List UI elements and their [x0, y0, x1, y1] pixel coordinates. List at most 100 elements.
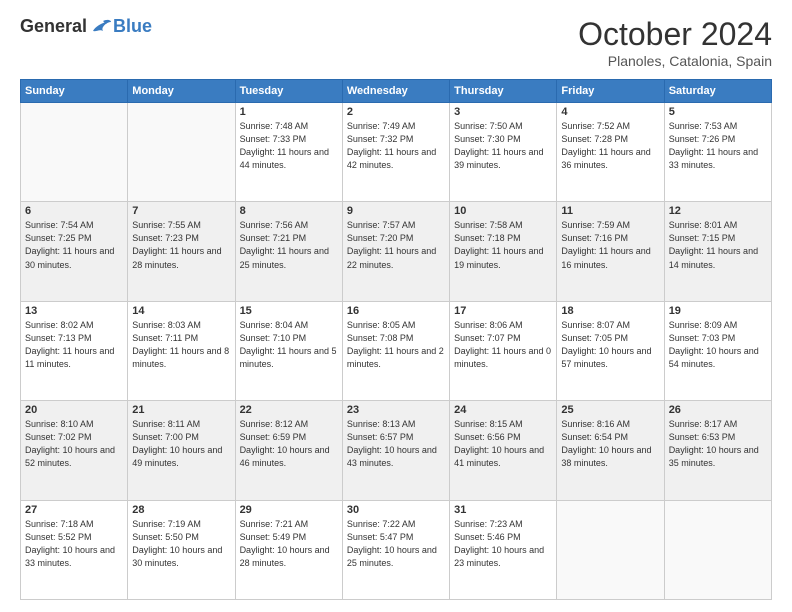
day-number: 12 — [669, 205, 767, 217]
calendar-cell: 7Sunrise: 7:55 AMSunset: 7:23 PMDaylight… — [128, 202, 235, 301]
month-title: October 2024 — [578, 16, 772, 53]
day-info: Sunrise: 7:49 AMSunset: 7:32 PMDaylight:… — [347, 120, 445, 172]
day-number: 24 — [454, 404, 552, 416]
col-tuesday: Tuesday — [235, 80, 342, 103]
day-info: Sunrise: 7:19 AMSunset: 5:50 PMDaylight:… — [132, 518, 230, 570]
day-number: 22 — [240, 404, 338, 416]
day-number: 19 — [669, 305, 767, 317]
calendar-cell: 9 Sunrise: 7:57 AMSunset: 7:20 PMDaylight… — [342, 202, 449, 301]
calendar-cell: 22Sunrise: 8:12 AMSunset: 6:59 PMDayligh… — [235, 401, 342, 500]
day-number: 28 — [132, 504, 230, 516]
day-number: 2 — [347, 106, 445, 118]
day-info: Sunrise: 8:06 AMSunset: 7:07 PMDaylight:… — [454, 319, 552, 371]
day-info: Sunrise: 8:13 AMSunset: 6:57 PMDaylight:… — [347, 418, 445, 470]
calendar-cell: 31 Sunrise: 7:23 AMSunset: 5:46 PMDayligh… — [450, 500, 557, 599]
day-info: Sunrise: 8:11 AMSunset: 7:00 PMDaylight:… — [132, 418, 230, 470]
calendar-cell: 5 Sunrise: 7:53 AMSunset: 7:26 PMDaylight… — [664, 103, 771, 202]
day-info: Sunrise: 7:21 AMSunset: 5:49 PMDaylight:… — [240, 518, 338, 570]
day-number: 4 — [561, 106, 659, 118]
calendar-cell: 1 Sunrise: 7:48 AMSunset: 7:33 PMDaylight… — [235, 103, 342, 202]
calendar-cell: 19Sunrise: 8:09 AMSunset: 7:03 PMDayligh… — [664, 301, 771, 400]
calendar-cell: 13Sunrise: 8:02 AMSunset: 7:13 PMDayligh… — [21, 301, 128, 400]
day-number: 7 — [132, 205, 230, 217]
calendar-cell: 17 Sunrise: 8:06 AMSunset: 7:07 PMDayligh… — [450, 301, 557, 400]
day-info: Sunrise: 8:16 AMSunset: 6:54 PMDaylight:… — [561, 418, 659, 470]
day-number: 10 — [454, 205, 552, 217]
day-info: Sunrise: 8:05 AMSunset: 7:08 PMDaylight:… — [347, 319, 445, 371]
day-info: Sunrise: 8:01 AMSunset: 7:15 PMDaylight:… — [669, 219, 767, 271]
day-info: Sunrise: 7:57 AMSunset: 7:20 PMDaylight:… — [347, 219, 445, 271]
header-row: Sunday Monday Tuesday Wednesday Thursday… — [21, 80, 772, 103]
day-info: Sunrise: 8:02 AMSunset: 7:13 PMDaylight:… — [25, 319, 123, 371]
calendar-cell: 27 Sunrise: 7:18 AMSunset: 5:52 PMDayligh… — [21, 500, 128, 599]
day-info: Sunrise: 7:58 AMSunset: 7:18 PMDaylight:… — [454, 219, 552, 271]
calendar-cell: 25 Sunrise: 8:16 AMSunset: 6:54 PMDayligh… — [557, 401, 664, 500]
day-number: 25 — [561, 404, 659, 416]
calendar-cell: 21 Sunrise: 8:11 AMSunset: 7:00 PMDayligh… — [128, 401, 235, 500]
day-number: 16 — [347, 305, 445, 317]
day-info: Sunrise: 7:59 AMSunset: 7:16 PMDaylight:… — [561, 219, 659, 271]
calendar-cell: 15 Sunrise: 8:04 AMSunset: 7:10 PMDayligh… — [235, 301, 342, 400]
header: General Blue October 2024 Planoles, Cata… — [20, 16, 772, 69]
day-number: 11 — [561, 205, 659, 217]
day-info: Sunrise: 8:10 AMSunset: 7:02 PMDaylight:… — [25, 418, 123, 470]
day-number: 17 — [454, 305, 552, 317]
day-number: 8 — [240, 205, 338, 217]
logo-bird-icon — [89, 17, 113, 37]
calendar-cell: 12 Sunrise: 8:01 AMSunset: 7:15 PMDayligh… — [664, 202, 771, 301]
day-info: Sunrise: 7:52 AMSunset: 7:28 PMDaylight:… — [561, 120, 659, 172]
day-info: Sunrise: 8:07 AMSunset: 7:05 PMDaylight:… — [561, 319, 659, 371]
table-row: 6 Sunrise: 7:54 AMSunset: 7:25 PMDaylight… — [21, 202, 772, 301]
location-subtitle: Planoles, Catalonia, Spain — [578, 53, 772, 69]
table-row: 1 Sunrise: 7:48 AMSunset: 7:33 PMDaylight… — [21, 103, 772, 202]
day-number: 21 — [132, 404, 230, 416]
col-friday: Friday — [557, 80, 664, 103]
day-info: Sunrise: 8:04 AMSunset: 7:10 PMDaylight:… — [240, 319, 338, 371]
day-info: Sunrise: 7:48 AMSunset: 7:33 PMDaylight:… — [240, 120, 338, 172]
day-info: Sunrise: 7:56 AMSunset: 7:21 PMDaylight:… — [240, 219, 338, 271]
calendar-table: Sunday Monday Tuesday Wednesday Thursday… — [20, 79, 772, 600]
calendar-cell — [21, 103, 128, 202]
col-monday: Monday — [128, 80, 235, 103]
calendar-cell: 28 Sunrise: 7:19 AMSunset: 5:50 PMDayligh… — [128, 500, 235, 599]
day-info: Sunrise: 8:17 AMSunset: 6:53 PMDaylight:… — [669, 418, 767, 470]
day-info: Sunrise: 7:23 AMSunset: 5:46 PMDaylight:… — [454, 518, 552, 570]
day-number: 18 — [561, 305, 659, 317]
calendar-cell — [128, 103, 235, 202]
day-number: 27 — [25, 504, 123, 516]
day-number: 26 — [669, 404, 767, 416]
calendar-cell: 3Sunrise: 7:50 AMSunset: 7:30 PMDaylight… — [450, 103, 557, 202]
calendar-cell: 23 Sunrise: 8:13 AMSunset: 6:57 PMDayligh… — [342, 401, 449, 500]
col-thursday: Thursday — [450, 80, 557, 103]
day-info: Sunrise: 7:50 AMSunset: 7:30 PMDaylight:… — [454, 120, 552, 172]
day-info: Sunrise: 7:18 AMSunset: 5:52 PMDaylight:… — [25, 518, 123, 570]
day-number: 30 — [347, 504, 445, 516]
day-number: 23 — [347, 404, 445, 416]
day-number: 15 — [240, 305, 338, 317]
day-number: 14 — [132, 305, 230, 317]
day-number: 29 — [240, 504, 338, 516]
col-saturday: Saturday — [664, 80, 771, 103]
day-info: Sunrise: 7:54 AMSunset: 7:25 PMDaylight:… — [25, 219, 123, 271]
day-number: 1 — [240, 106, 338, 118]
table-row: 13Sunrise: 8:02 AMSunset: 7:13 PMDayligh… — [21, 301, 772, 400]
col-wednesday: Wednesday — [342, 80, 449, 103]
table-row: 27 Sunrise: 7:18 AMSunset: 5:52 PMDayligh… — [21, 500, 772, 599]
page: General Blue October 2024 Planoles, Cata… — [0, 0, 792, 612]
day-info: Sunrise: 8:15 AMSunset: 6:56 PMDaylight:… — [454, 418, 552, 470]
day-number: 5 — [669, 106, 767, 118]
day-info: Sunrise: 7:53 AMSunset: 7:26 PMDaylight:… — [669, 120, 767, 172]
calendar-cell — [557, 500, 664, 599]
table-row: 20Sunrise: 8:10 AMSunset: 7:02 PMDayligh… — [21, 401, 772, 500]
day-number: 6 — [25, 205, 123, 217]
calendar-cell: 18 Sunrise: 8:07 AMSunset: 7:05 PMDayligh… — [557, 301, 664, 400]
calendar-cell: 4 Sunrise: 7:52 AMSunset: 7:28 PMDaylight… — [557, 103, 664, 202]
day-number: 31 — [454, 504, 552, 516]
day-number: 9 — [347, 205, 445, 217]
calendar-cell: 14 Sunrise: 8:03 AMSunset: 7:11 PMDayligh… — [128, 301, 235, 400]
calendar-cell: 10 Sunrise: 7:58 AMSunset: 7:18 PMDayligh… — [450, 202, 557, 301]
calendar-cell — [664, 500, 771, 599]
day-info: Sunrise: 8:03 AMSunset: 7:11 PMDaylight:… — [132, 319, 230, 371]
logo: General Blue — [20, 16, 152, 37]
calendar-cell: 26 Sunrise: 8:17 AMSunset: 6:53 PMDayligh… — [664, 401, 771, 500]
